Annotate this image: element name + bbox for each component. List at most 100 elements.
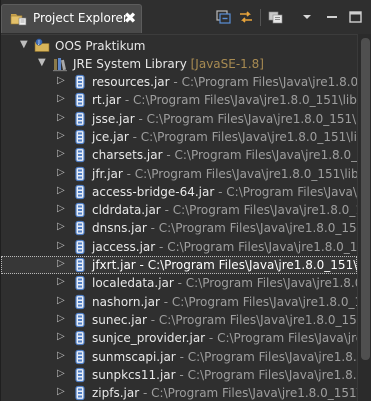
collapsed-arrow-icon[interactable]: ▷: [57, 351, 67, 361]
jar-icon: [75, 111, 85, 127]
close-icon[interactable]: ✖: [123, 10, 137, 26]
jar-separator: -: [162, 148, 175, 162]
jar-path: C:\Program Files\Java\jre1.8.0_151\lib: [134, 167, 357, 181]
jar-name: jfxrt.jar: [92, 258, 136, 272]
tree-item-jre-library[interactable]: ▼ JRE System Library [JavaSE-1.8]: [1, 55, 357, 73]
jar-icon: [75, 184, 85, 200]
working-set-icon[interactable]: [267, 9, 285, 25]
jar-path: C:\Program Files\Java\jre1.8.0_151\lib: [185, 276, 357, 290]
jar-name: charsets.jar: [92, 148, 163, 162]
tree-item-project[interactable]: ▼ J OOS Praktikum: [1, 37, 357, 55]
tree-item-jar[interactable]: ▷ localedata.jar - C:\Program Files\Java\…: [1, 274, 357, 292]
jar-separator: -: [159, 295, 172, 309]
tree-item-jar[interactable]: ▷ cldrdata.jar - C:\Program Files\Java\jr…: [1, 201, 357, 219]
jar-path: C:\Program Files\Java\jre1.8.0_151\lib: [146, 112, 357, 126]
view-tab-bar: Project Explorer ✖: [1, 0, 371, 34]
tree-item-jar[interactable]: ▷ dnsns.jar - C:\Program Files\Java\jre1.…: [1, 219, 357, 237]
collapsed-arrow-icon[interactable]: ▷: [57, 204, 67, 214]
jar-path: C:\Program Files\Java\jre1.8.0_151: [226, 185, 357, 199]
tree-item-jar[interactable]: ▷ charsets.jar - C:\Program Files\Java\jr…: [1, 146, 357, 164]
jar-path: C:\Program Files\Java\jre1.8.0_151\lib\: [158, 313, 357, 327]
jar-icon: [75, 166, 85, 182]
tree-item-jar[interactable]: ▷ sunpkcs11.jar - C:\Program Files\Java\j…: [1, 366, 357, 384]
collapsed-arrow-icon[interactable]: ▷: [57, 149, 67, 159]
jar-name: zipfs.jar: [92, 386, 140, 400]
collapsed-arrow-icon[interactable]: ▷: [57, 76, 67, 86]
jar-name: resources.jar: [92, 75, 170, 89]
tree-item-jar[interactable]: ▷ jfxrt.jar - C:\Program Files\Java\jre1.…: [1, 256, 357, 274]
jar-name: sunmscapi.jar: [92, 350, 176, 364]
collapsed-arrow-icon[interactable]: ▷: [57, 113, 67, 123]
library-version-tag: [JavaSE-1.8]: [190, 57, 264, 71]
tree-item-jar[interactable]: ▷ access-bridge-64.jar - C:\Program Files…: [1, 183, 357, 201]
jar-path: C:\Program Files\Java\jre1.8.0_151\lib: [167, 240, 357, 254]
collapsed-arrow-icon[interactable]: ▷: [57, 314, 67, 324]
jar-separator: -: [160, 203, 173, 217]
jar-name: jfr.jar: [92, 167, 123, 181]
jar-separator: -: [134, 112, 147, 126]
vertical-scrollbar[interactable]: [357, 34, 371, 401]
tab-project-explorer[interactable]: Project Explorer ✖: [1, 4, 142, 33]
collapsed-arrow-icon[interactable]: ▷: [57, 277, 67, 287]
tree-item-jar[interactable]: ▷ jaccess.jar - C:\Program Files\Java\jre…: [1, 238, 357, 256]
jar-separator: -: [128, 130, 141, 144]
tree-item-jar[interactable]: ▷ jfr.jar - C:\Program Files\Java\jre1.8.…: [1, 165, 357, 183]
jar-name: nashorn.jar: [92, 295, 160, 309]
tree-item-jar[interactable]: ▷ rt.jar - C:\Program Files\Java\jre1.8.0…: [1, 91, 357, 109]
collapsed-arrow-icon[interactable]: ▷: [57, 131, 67, 141]
jar-icon: [75, 312, 85, 328]
library-icon: [53, 58, 67, 72]
project-tree[interactable]: ▼ J OOS Praktikum ▼ JRE System Library […: [1, 34, 357, 401]
tree-item-jar[interactable]: ▷ zipfs.jar - C:\Program Files\Java\jre1.…: [1, 384, 357, 401]
jar-path: C:\Program Files\Java\jre1.8.0_151\lib: [171, 295, 357, 309]
minimize-icon[interactable]: [323, 9, 341, 25]
jar-icon: [75, 349, 85, 365]
collapsed-arrow-icon[interactable]: ▷: [57, 94, 67, 104]
jar-path: C:\Program Files\Java\jre1.8.0_1: [217, 331, 357, 345]
jar-path: C:\Program Files\Java\jre1.8.0_151\lib: [172, 203, 357, 217]
jar-path: C:\Program Files\Java\jre1.8.0_151\lib: [174, 148, 358, 162]
jar-separator: -: [122, 167, 135, 181]
jar-name: jaccess.jar: [92, 240, 156, 254]
tree-item-jar[interactable]: ▷ jsse.jar - C:\Program Files\Java\jre1.8…: [1, 110, 357, 128]
tree-item-jar[interactable]: ▷ nashorn.jar - C:\Program Files\Java\jre…: [1, 293, 357, 311]
jar-separator: -: [155, 240, 168, 254]
collapsed-arrow-icon[interactable]: ▷: [57, 369, 67, 379]
jar-separator: -: [135, 258, 148, 272]
jar-separator: -: [173, 276, 186, 290]
collapsed-arrow-icon[interactable]: ▷: [57, 332, 67, 342]
tree-item-jar[interactable]: ▷ sunec.jar - C:\Program Files\Java\jre1.…: [1, 311, 357, 329]
collapsed-arrow-icon[interactable]: ▷: [57, 168, 67, 178]
jar-name: sunec.jar: [92, 313, 147, 327]
project-explorer-view: Project Explorer ✖ ▼ J OOS Praktikum ▼ J…: [0, 0, 371, 401]
java-project-icon: J: [34, 38, 50, 52]
jar-icon: [75, 74, 85, 90]
collapsed-arrow-icon[interactable]: ▷: [57, 387, 67, 397]
jar-icon: [75, 257, 85, 273]
jar-icon: [75, 202, 85, 218]
jar-separator: -: [175, 368, 188, 382]
collapsed-arrow-icon[interactable]: ▷: [57, 296, 67, 306]
jar-path: C:\Program Files\Java\jre1.8.0_151\l: [187, 368, 357, 382]
tree-item-jar[interactable]: ▷ resources.jar - C:\Program Files\Java\j…: [1, 73, 357, 91]
collapsed-arrow-icon[interactable]: ▷: [57, 186, 67, 196]
maximize-icon[interactable]: [347, 9, 365, 25]
jar-path: C:\Program Files\Java\jre1.8.0_151\lib\e: [147, 258, 357, 272]
scrollbar-thumb[interactable]: [361, 38, 370, 360]
view-menu-icon[interactable]: [298, 9, 316, 25]
tree-item-jar[interactable]: ▷ sunmscapi.jar - C:\Program Files\Java\j…: [1, 348, 357, 366]
jar-icon: [75, 147, 85, 163]
expand-arrow-icon[interactable]: ▼: [38, 58, 48, 68]
jar-separator: -: [169, 75, 182, 89]
jar-name: rt.jar: [92, 93, 122, 107]
expand-arrow-icon[interactable]: ▼: [20, 40, 30, 50]
collapsed-arrow-icon[interactable]: ▷: [57, 241, 67, 251]
jar-separator: -: [214, 185, 227, 199]
collapse-all-icon[interactable]: [215, 9, 233, 25]
tree-item-jar[interactable]: ▷ jce.jar - C:\Program Files\Java\jre1.8.…: [1, 128, 357, 146]
link-with-editor-icon[interactable]: [237, 9, 255, 25]
collapsed-arrow-icon[interactable]: ▷: [57, 259, 67, 269]
collapsed-arrow-icon[interactable]: ▷: [57, 222, 67, 232]
jar-separator: -: [205, 331, 218, 345]
tree-item-jar[interactable]: ▷ sunjce_provider.jar - C:\Program Files\…: [1, 329, 357, 347]
